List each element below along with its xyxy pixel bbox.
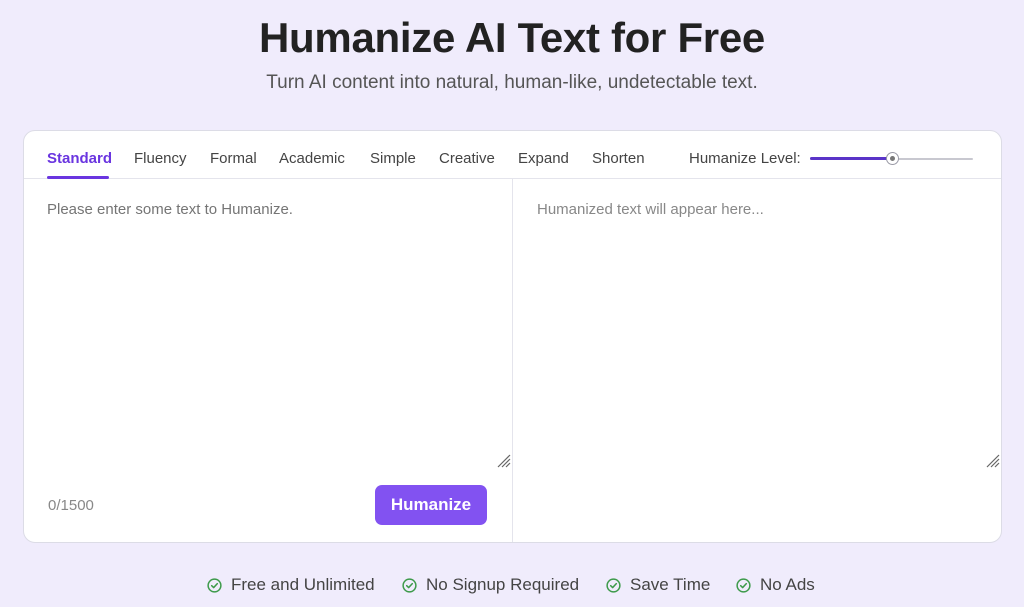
feature-item: Free and Unlimited [207,575,375,595]
character-counter: 0/1500 [48,497,94,514]
humanize-level-slider[interactable] [810,151,973,167]
tab-expand[interactable]: Expand [518,150,569,167]
feature-label: No Signup Required [426,575,580,594]
tab-fluency[interactable]: Fluency [134,150,187,167]
feature-label: No Ads [760,575,815,594]
humanize-button[interactable]: Humanize [375,485,487,525]
page-title: Humanize AI Text for Free [259,14,765,61]
feature-label: Free and Unlimited [231,575,375,594]
output-pane: Humanized text will appear here... [513,179,1001,542]
mode-tabs: Standard Fluency Formal Academic Simple … [24,131,1001,179]
resize-grip-icon[interactable] [986,454,1000,468]
check-circle-icon [606,577,621,593]
feature-item: No Ads [736,575,815,595]
slider-thumb[interactable] [885,152,899,165]
humanize-level-label: Humanize Level: [689,150,801,167]
check-circle-icon [736,577,751,593]
input-pane: 0/1500 Humanize [24,179,513,542]
feature-item: Save Time [606,575,710,595]
feature-item: No Signup Required [402,575,579,595]
tab-academic[interactable]: Academic [279,150,345,167]
feature-label: Save Time [630,575,711,594]
tab-shorten[interactable]: Shorten [592,150,645,167]
check-circle-icon [402,577,417,593]
tab-formal[interactable]: Formal [210,150,257,167]
check-circle-icon [207,577,222,593]
tab-simple[interactable]: Simple [370,150,416,167]
output-text: Humanized text will appear here... [537,201,764,218]
resize-grip-icon[interactable] [497,454,511,468]
slider-fill [810,157,892,160]
humanizer-card: Standard Fluency Formal Academic Simple … [23,130,1002,543]
input-textarea[interactable] [47,200,487,440]
page-subtitle: Turn AI content into natural, human-like… [266,72,758,93]
tab-standard[interactable]: Standard [47,150,112,167]
feature-list: Free and Unlimited No Signup Required Sa… [0,575,1024,597]
tab-creative[interactable]: Creative [439,150,495,167]
